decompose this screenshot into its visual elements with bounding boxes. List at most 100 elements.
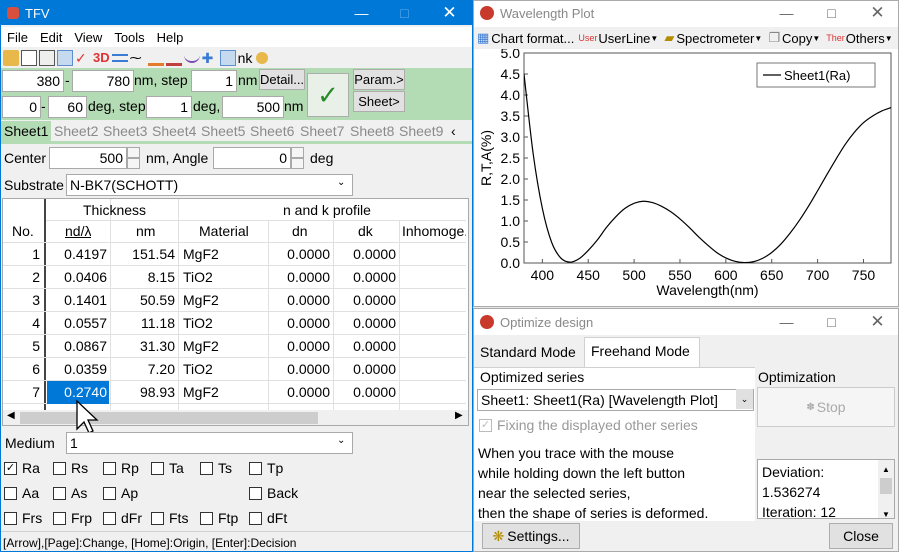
ang-step-input[interactable]: 1: [146, 96, 192, 118]
save-as-icon[interactable]: [39, 49, 55, 66]
substrate-chevron-down-icon[interactable]: ⌄: [337, 177, 345, 188]
tab-scroll-left[interactable]: ‹: [448, 121, 459, 141]
tab-sheet4[interactable]: Sheet4: [149, 121, 199, 141]
checkbox-box[interactable]: [249, 486, 262, 500]
result-scrollbar[interactable]: ▲ ▼: [878, 460, 894, 518]
curve-icon[interactable]: [183, 53, 200, 63]
settings-icon[interactable]: [256, 51, 269, 64]
optimize-close-button[interactable]: ✕: [855, 309, 898, 335]
checkbox-box[interactable]: [4, 486, 17, 500]
checkbox-rs[interactable]: Rs: [53, 460, 88, 476]
minimize-button[interactable]: —: [339, 1, 384, 25]
checkbox-dft[interactable]: dFt: [249, 510, 287, 526]
cell-material[interactable]: TiO2: [181, 358, 267, 381]
checkbox-box[interactable]: [151, 461, 164, 475]
center-input[interactable]: 500: [49, 147, 127, 169]
series-chevron-down-icon[interactable]: ⌄: [736, 389, 753, 409]
cell-dn[interactable]: 0.0000: [269, 289, 332, 312]
angle-spin-down[interactable]: [291, 158, 304, 169]
checkbox-box[interactable]: [53, 511, 66, 525]
angle-plot-icon[interactable]: ✓: [75, 50, 91, 66]
angle-input[interactable]: 0: [213, 147, 291, 169]
cell-dk[interactable]: 0.0000: [334, 312, 398, 335]
menu-copy[interactable]: Copy: [780, 31, 812, 46]
checkbox-box[interactable]: ✓: [4, 461, 17, 475]
ok-button[interactable]: ✓: [307, 73, 349, 117]
checkbox-ftp[interactable]: Ftp: [200, 510, 238, 526]
cell-dn[interactable]: 0.0000: [269, 243, 332, 266]
wl-start-input[interactable]: 380: [2, 70, 64, 92]
tab-sheet5[interactable]: Sheet5: [198, 121, 248, 141]
wl-step-input[interactable]: 1: [191, 70, 237, 92]
cell-ndl[interactable]: 0.0867: [47, 335, 109, 358]
tab-standard-mode[interactable]: Standard Mode: [480, 344, 576, 360]
result-scroll-up-icon[interactable]: ▲: [882, 460, 890, 480]
checkbox-box[interactable]: [4, 511, 17, 525]
select-icon[interactable]: [219, 49, 236, 66]
center-spin-down[interactable]: [127, 158, 140, 169]
checkbox-box[interactable]: [249, 511, 262, 525]
tab-sheet6[interactable]: Sheet6: [247, 121, 297, 141]
checkbox-box[interactable]: [200, 511, 213, 525]
checkbox-box[interactable]: [103, 461, 116, 475]
sheet-button[interactable]: Sheet>: [353, 91, 405, 112]
checkbox-box[interactable]: [53, 486, 66, 500]
plot-maximize-button[interactable]: □: [809, 1, 854, 25]
chart-icon[interactable]: [165, 50, 182, 66]
menu-tools[interactable]: Tools: [108, 30, 150, 45]
cell-dk[interactable]: 0.0000: [334, 358, 398, 381]
tab-sheet3[interactable]: Sheet3: [100, 121, 150, 141]
wavelength-plot-icon[interactable]: [57, 49, 73, 66]
checkbox-box[interactable]: [103, 486, 116, 500]
cell-nm[interactable]: 151.54: [111, 243, 177, 266]
cell-ndl[interactable]: 0.0406: [47, 266, 109, 289]
move-icon[interactable]: ✚: [202, 50, 218, 66]
checkbox-rp[interactable]: Rp: [103, 460, 139, 476]
cell-dk[interactable]: 0.0000: [334, 381, 398, 404]
tab-sheet8[interactable]: Sheet8: [347, 121, 397, 141]
3d-plot-icon[interactable]: 3D: [93, 50, 110, 65]
checkbox-aa[interactable]: Aa: [4, 485, 39, 501]
cell-no[interactable]: 1: [5, 243, 42, 266]
cell-material[interactable]: MgF2: [181, 335, 267, 358]
checkbox-fts[interactable]: Fts: [151, 510, 188, 526]
param-button[interactable]: Param.>: [353, 69, 405, 90]
menu-help[interactable]: Help: [151, 30, 190, 45]
scroll-left-icon[interactable]: ◀: [7, 410, 15, 421]
checkbox-ap[interactable]: Ap: [103, 485, 138, 501]
cell-dk[interactable]: 0.0000: [334, 243, 398, 266]
plot-close-button[interactable]: ✕: [855, 1, 898, 25]
tab-sheet7[interactable]: Sheet7: [297, 121, 347, 141]
angle-spin-up[interactable]: [291, 147, 304, 158]
series-select[interactable]: Sheet1: Sheet1(Ra) [Wavelength Plot]: [477, 389, 754, 411]
cell-nm[interactable]: 11.18: [111, 312, 177, 335]
medium-select[interactable]: 1: [66, 432, 353, 454]
optimize-maximize-button[interactable]: □: [809, 309, 854, 335]
cell-nm[interactable]: 50.59: [111, 289, 177, 312]
cell-dk[interactable]: 0.0000: [334, 266, 398, 289]
cell-dk[interactable]: 0.0000: [334, 335, 398, 358]
cell-dk[interactable]: 0.0000: [334, 289, 398, 312]
cell-ndl[interactable]: 0.4197: [47, 243, 109, 266]
cell-dn[interactable]: 0.0000: [269, 312, 332, 335]
cell-material[interactable]: MgF2: [181, 243, 267, 266]
cell-no[interactable]: 5: [5, 335, 42, 358]
checkbox-ta[interactable]: Ta: [151, 460, 184, 476]
cell-ndl[interactable]: 0.0557: [47, 312, 109, 335]
cell-nm[interactable]: 8.15: [111, 266, 177, 289]
substrate-select[interactable]: N-BK7(SCHOTT): [66, 174, 353, 196]
ang-wl-input[interactable]: 500: [222, 96, 284, 118]
open-icon[interactable]: [3, 49, 19, 66]
profile-icon[interactable]: ⁓: [130, 50, 146, 66]
cell-ndl[interactable]: 0.0359: [47, 358, 109, 381]
center-spin-up[interactable]: [127, 147, 140, 158]
close-dialog-button[interactable]: Close: [829, 523, 893, 549]
wavelength-chart[interactable]: 0.0 0.5 1.0 1.5 2.0 2.5 3.0 3.5 4.0 4.5 5.0 400 450 5…: [474, 49, 899, 307]
cell-nm[interactable]: 7.20: [111, 358, 177, 381]
optimize-minimize-button[interactable]: —: [764, 309, 809, 335]
nk-icon[interactable]: nk: [238, 50, 253, 66]
menu-spectrometer[interactable]: Spectrometer: [674, 31, 754, 46]
checkbox-frp[interactable]: Frp: [53, 510, 92, 526]
cell-no[interactable]: 4: [5, 312, 42, 335]
menu-edit[interactable]: Edit: [34, 30, 68, 45]
